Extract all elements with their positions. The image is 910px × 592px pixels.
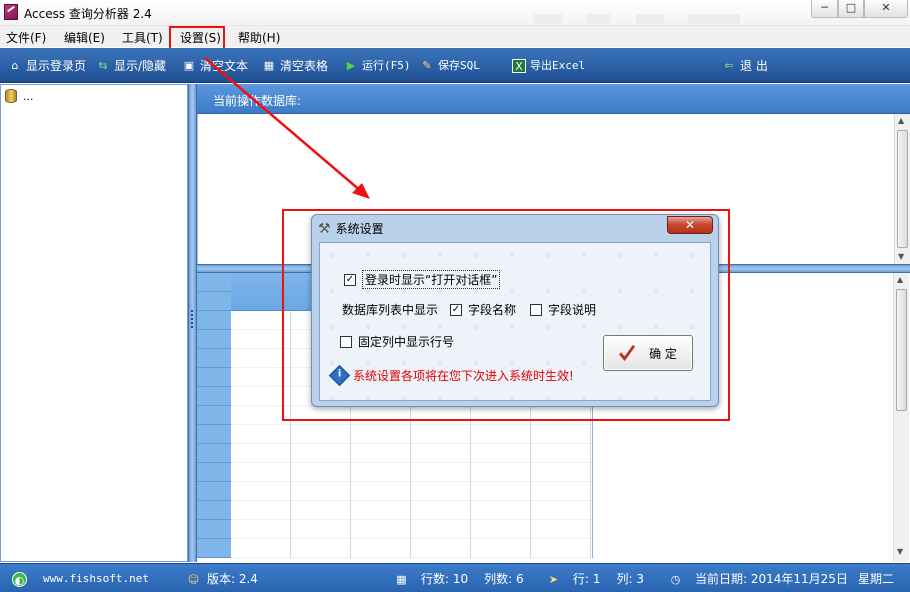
menu-edit[interactable]: 编辑(E)	[64, 29, 105, 46]
tree-root-node[interactable]: ...	[5, 89, 34, 103]
toggle-icon: ⇆	[98, 59, 108, 72]
vertical-splitter[interactable]	[188, 84, 197, 562]
close-button[interactable]: ✕	[864, 0, 908, 18]
grid-size-indicator: ▦ 行数: 10 列数: 6	[394, 571, 523, 587]
dialog-close-button[interactable]: ✕	[667, 216, 713, 234]
table-icon: ▦	[263, 59, 275, 72]
home-icon: ⌂	[11, 59, 19, 72]
run-button[interactable]: ▶ 运行(F5)	[344, 57, 411, 75]
weekday-indicator: 星期二	[858, 572, 895, 586]
users-icon: ☺	[187, 572, 200, 586]
globe-icon: ◐	[12, 571, 27, 587]
database-icon	[5, 89, 17, 103]
dialog-body: ✓ 登录时显示“打开对话框” 数据库列表中显示 ✓ 字段名称 字段说明 固定列中…	[319, 242, 711, 401]
ok-button[interactable]: 确 定	[603, 335, 693, 371]
checkbox-box: ✓	[450, 303, 462, 316]
cursor-position: ➤ 行: 1 列: 3	[546, 571, 644, 587]
grid-scrollbar[interactable]: ▲ ▼	[893, 273, 909, 562]
clear-table-button[interactable]: ▦ 清空表格	[262, 57, 328, 75]
grid-row-header	[197, 273, 231, 558]
settings-dialog: ⚒ 系统设置 ✕ ✓ 登录时显示“打开对话框” 数据库列表中显示 ✓ 字段名称 …	[311, 214, 719, 407]
scroll-up-icon[interactable]: ▲	[898, 116, 904, 125]
window-title: Access 查询分析器 2.4	[24, 7, 152, 21]
scroll-down-icon[interactable]: ▼	[897, 547, 903, 556]
export-excel-button[interactable]: X 导出Excel	[512, 57, 585, 75]
ghost-element	[688, 14, 740, 24]
checkbox-box: ✓	[344, 273, 356, 286]
dialog-titlebar: ⚒ 系统设置	[318, 220, 384, 237]
grid-icon: ▦	[396, 572, 407, 586]
scroll-down-icon[interactable]: ▼	[898, 252, 904, 261]
ghost-element	[636, 14, 664, 24]
minimize-button[interactable]: ─	[811, 0, 838, 18]
menu-bar: 文件(F) 编辑(E) 工具(T) 设置(S) 帮助(H)	[0, 26, 910, 47]
tools-icon: ⚒	[318, 220, 331, 237]
clock-icon: ◷	[670, 572, 681, 586]
play-icon: ▶	[346, 59, 356, 72]
date-indicator: ◷ 当前日期: 2014年11月25日	[668, 571, 848, 587]
open-dialog-checkbox[interactable]: ✓ 登录时显示“打开对话框”	[344, 270, 501, 289]
clear-text-icon: ▣	[183, 59, 195, 72]
splitter-grip	[191, 310, 194, 328]
scroll-thumb[interactable]	[897, 130, 908, 248]
menu-help[interactable]: 帮助(H)	[238, 29, 280, 46]
pencil-icon: ✎	[422, 59, 432, 72]
status-bar: ◐ www.fishsoft.net ☺ 版本: 2.4 ▦ 行数: 10 列数…	[0, 563, 910, 592]
pointer-icon: ➤	[548, 572, 559, 586]
ghost-element	[586, 14, 610, 24]
restart-notice: i 系统设置各项将在您下次进入系统时生效!	[328, 364, 574, 387]
sql-panel-header: 当前操作数据库:	[197, 84, 910, 114]
exit-icon: ⇐	[724, 59, 734, 72]
menu-file[interactable]: 文件(F)	[6, 29, 46, 46]
scroll-up-icon[interactable]: ▲	[897, 275, 903, 284]
save-sql-button[interactable]: ✎ 保存SQL	[420, 57, 479, 75]
title-bar: Access 查询分析器 2.4 ─ □ ✕	[0, 0, 910, 26]
website-link[interactable]: ◐ www.fishsoft.net	[12, 571, 149, 587]
scroll-thumb[interactable]	[896, 289, 907, 411]
ghost-element	[534, 14, 562, 24]
checkbox-box	[530, 303, 542, 316]
checkmark-icon	[619, 345, 636, 361]
clear-text-button[interactable]: ▣ 清空文本	[182, 57, 248, 75]
exit-button[interactable]: ⇐ 退 出	[722, 57, 767, 75]
app-icon	[4, 4, 18, 20]
version-indicator: ☺ 版本: 2.4	[187, 572, 258, 586]
show-login-button[interactable]: ⌂ 显示登录页	[8, 57, 87, 75]
excel-icon: X	[512, 59, 526, 73]
menu-tools[interactable]: 工具(T)	[122, 29, 163, 46]
current-database-label: 当前操作数据库:	[213, 94, 302, 108]
database-tree-panel: ...	[0, 84, 188, 562]
info-icon: i	[328, 364, 351, 387]
row-number-checkbox[interactable]: 固定列中显示行号	[340, 333, 454, 350]
checkbox-box	[340, 335, 352, 348]
maximize-button[interactable]: □	[838, 0, 864, 18]
show-hide-button[interactable]: ⇆ 显示/隐藏	[96, 57, 166, 75]
sql-scrollbar[interactable]: ▲ ▼	[894, 114, 910, 264]
toolbar: ⌂ 显示登录页 ⇆ 显示/隐藏 ▣ 清空文本 ▦ 清空表格 ▶ 运行(F5) ✎…	[0, 48, 910, 83]
field-desc-checkbox[interactable]: 字段说明	[530, 301, 596, 318]
field-name-checkbox[interactable]: ✓ 字段名称	[450, 301, 516, 318]
list-display-label: 数据库列表中显示	[342, 303, 439, 317]
